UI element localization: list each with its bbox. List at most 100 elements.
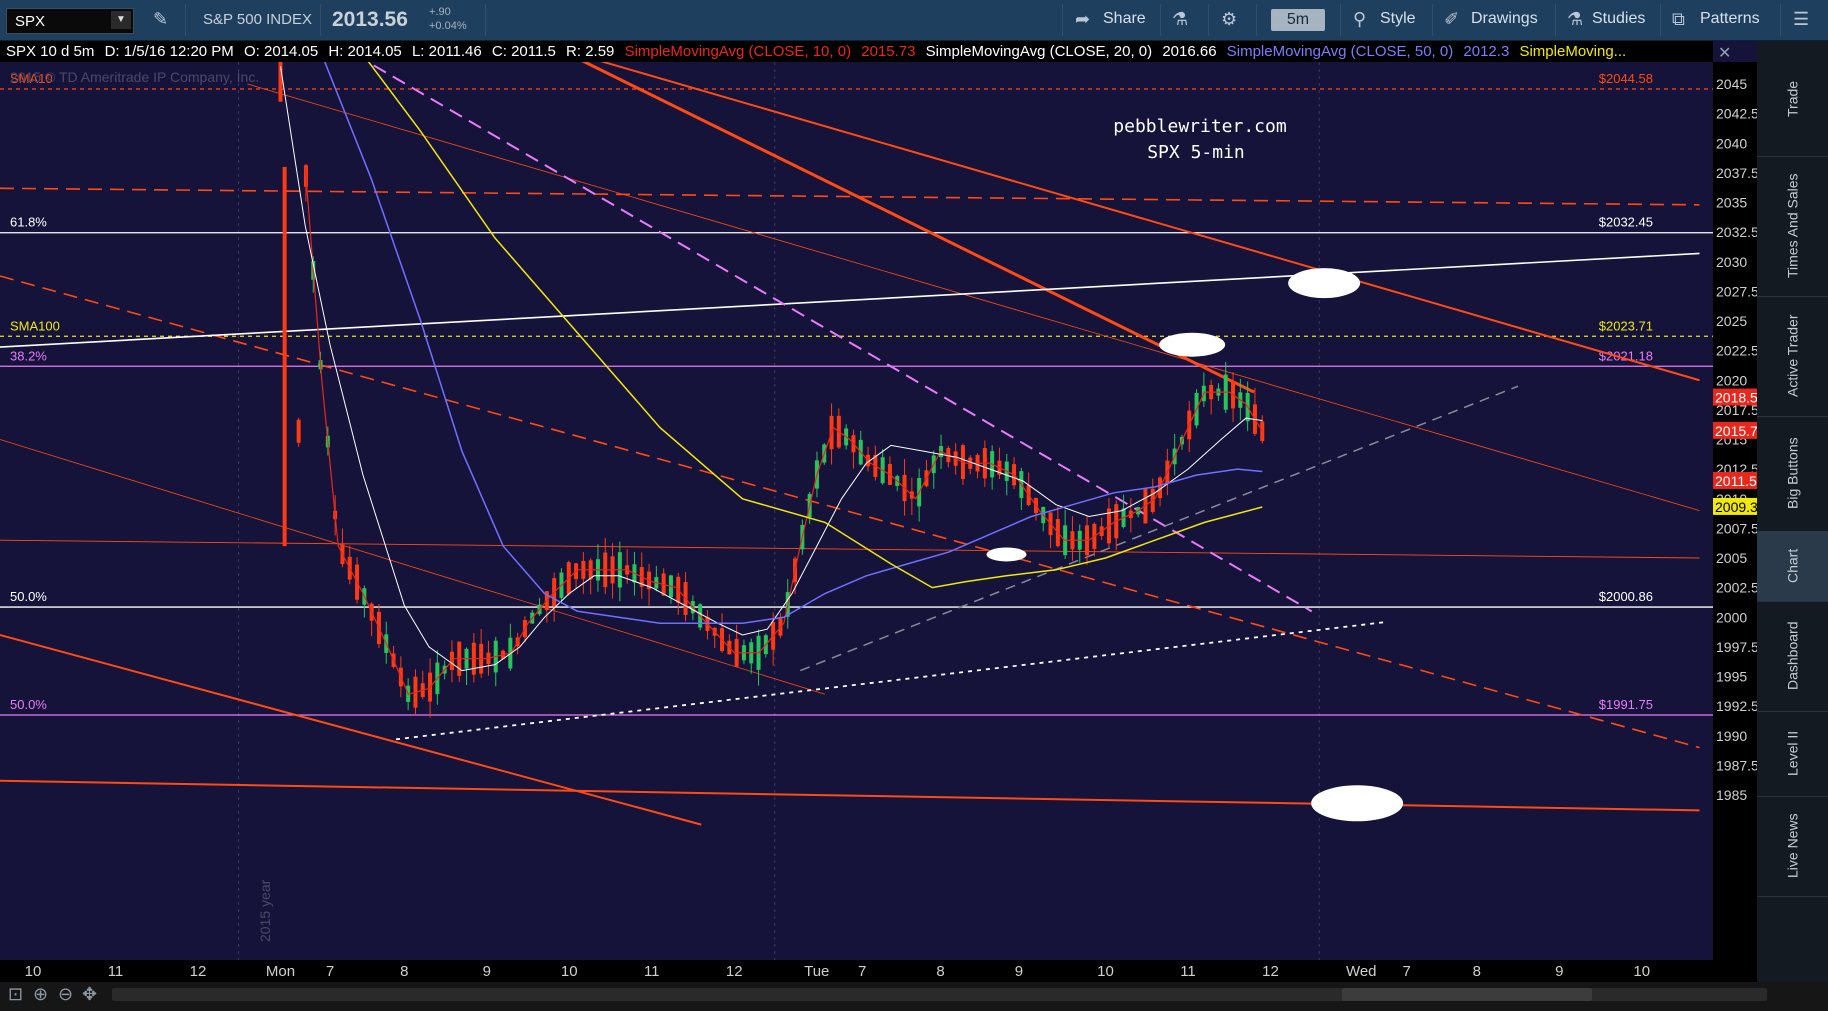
tab-level-ii[interactable]: Level II <box>1757 711 1828 797</box>
x-tick-label: 8 <box>1473 963 1481 980</box>
x-tick-label: 7 <box>1402 963 1410 980</box>
y-tick-label: 1997.5 <box>1716 639 1757 655</box>
sma50-value: 2012.3 <box>1463 43 1510 60</box>
change-percent: +0.04% <box>429 20 467 32</box>
y-tick-label: 2005 <box>1716 550 1747 566</box>
chart-title: pebblewriter.com <box>1113 116 1286 137</box>
style-button[interactable]: Style <box>1380 10 1416 28</box>
pencil-icon[interactable]: ✎ <box>153 9 168 30</box>
x-tick-label: 9 <box>1555 963 1563 980</box>
x-tick-label: Wed <box>1346 963 1377 980</box>
gear-icon[interactable]: ⚙ <box>1221 9 1237 30</box>
trendline-near-flat-mid <box>0 539 1700 559</box>
trendline-descending-thin-lower <box>0 439 826 695</box>
x-tick-label: Mon <box>266 963 295 980</box>
drawings-icon[interactable]: ✐ <box>1444 9 1459 30</box>
zoom-out-icon[interactable]: ⊖ <box>58 984 73 1005</box>
tab-active-trader[interactable]: Active Trader <box>1757 296 1828 417</box>
trendline-descending-dashed-mid <box>0 275 1700 749</box>
scrollbar-thumb[interactable] <box>1342 988 1592 1001</box>
last-price: 2013.56 <box>332 8 408 31</box>
level-price-tag: $2023.71 <box>1599 318 1653 333</box>
tab-trade[interactable]: Trade <box>1757 41 1828 157</box>
toolbar-divider <box>1256 4 1257 36</box>
tab-times-and-sales[interactable]: Times And Sales <box>1757 156 1828 297</box>
price-chart[interactable]: $2044.58 $2032.45 $2023.71 $2021.18 $2000.86… <box>0 53 1713 960</box>
tab-live-news[interactable]: Live News <box>1757 796 1828 897</box>
share-button[interactable]: Share <box>1103 10 1146 28</box>
x-tick-label: 7 <box>858 963 866 980</box>
time-scrollbar[interactable] <box>112 988 1767 1001</box>
tab-chart[interactable]: Chart <box>1757 531 1828 602</box>
patterns-button[interactable]: Patterns <box>1700 10 1760 28</box>
y-tick-label: 2000 <box>1716 609 1747 625</box>
level-label: 61.8% <box>10 215 47 230</box>
studies-button[interactable]: Studies <box>1592 10 1645 28</box>
y-tick-label: 2027.5 <box>1716 283 1757 299</box>
series-line <box>280 66 1263 672</box>
x-tick-label: 12 <box>190 963 207 980</box>
drag-icon[interactable]: ✥ <box>82 984 97 1005</box>
tab-big-buttons[interactable]: Big Buttons <box>1757 416 1828 532</box>
symbol-text: SPX <box>15 13 46 30</box>
chart-plot-area[interactable]: $2044.58 $2032.45 $2023.71 $2021.18 $2000.86… <box>0 53 1713 982</box>
toolbar-divider <box>1780 4 1781 36</box>
x-tick-label: 12 <box>726 963 743 980</box>
share-icon[interactable]: ➦ <box>1075 9 1090 30</box>
toolbar-divider <box>1555 4 1556 36</box>
y-tick-label: 2032.5 <box>1716 224 1757 240</box>
tab-dashboard[interactable]: Dashboard <box>1757 601 1828 712</box>
zoom-in-icon[interactable]: ⊕ <box>33 984 48 1005</box>
trendline-rising-white-line <box>0 252 1700 348</box>
bar-close: C: 2011.5 <box>491 43 556 60</box>
y-tick-label: 1985 <box>1716 787 1747 803</box>
zoom-fit-icon[interactable]: ⊡ <box>8 984 23 1005</box>
timeframe-selector[interactable]: 5m <box>1271 9 1325 31</box>
time-axis[interactable]: 10 11 12 Mon 7 8 9 10 11 12 Tue 7 8 9 10 11 12 Wed 7 8 9 10 <box>0 960 1713 982</box>
y-tick-label: 2002.5 <box>1716 580 1757 596</box>
studies-icon[interactable]: ⚗ <box>1567 9 1583 30</box>
drawings-button[interactable]: Drawings <box>1471 10 1538 28</box>
flask-icon[interactable]: ⚗ <box>1172 9 1188 30</box>
x-tick-label: 8 <box>936 963 944 980</box>
level-price-tag: $2044.58 <box>1599 71 1653 86</box>
series-line <box>362 53 1263 589</box>
toolbar-divider <box>1340 4 1341 36</box>
year-marker: 2015 year <box>257 879 273 942</box>
expand-icon[interactable]: ✕ <box>1718 43 1731 63</box>
trendline-dashed-upper-flat <box>0 187 1700 206</box>
x-tick-label: 11 <box>1180 963 1196 980</box>
trendline-horizontal-low <box>0 779 1700 812</box>
sma50-label: SimpleMovingAvg (CLOSE, 50, 0) <box>1226 43 1454 60</box>
toolbar-divider <box>1208 4 1209 36</box>
toolbar-divider <box>1062 4 1063 36</box>
highlight-ellipse <box>1288 268 1361 299</box>
toolbar-divider <box>485 4 486 36</box>
y-tick-label: 2042.5 <box>1716 106 1757 122</box>
y-tick-label: 2037.5 <box>1716 165 1757 181</box>
style-icon[interactable]: ⚲ <box>1353 9 1366 30</box>
right-sidebar: Trade Times And Sales Active Trader Big … <box>1757 41 1828 982</box>
highlight-ellipse <box>1311 785 1404 822</box>
y-tick-label: 1992.5 <box>1716 698 1757 714</box>
x-tick-label: 9 <box>1015 963 1023 980</box>
series-line <box>304 166 1263 696</box>
symbol-selector[interactable]: SPX ▼ <box>6 8 134 34</box>
x-tick-label: 10 <box>25 963 42 980</box>
patterns-icon[interactable]: ⧉ <box>1672 9 1685 30</box>
menu-icon[interactable]: ☰ <box>1793 9 1809 30</box>
x-tick-label: Tue <box>804 963 829 980</box>
x-tick-label: 10 <box>561 963 578 980</box>
toolbar-divider <box>185 4 186 36</box>
y-tick-label: 2025 <box>1716 313 1747 329</box>
price-axis[interactable]: 2045 2042.5 2040 2037.5 2035 2032.5 2030 2027.5… <box>1713 62 1766 982</box>
more-studies-label: SimpleMoving... <box>1519 43 1627 60</box>
chevron-down-icon[interactable]: ▼ <box>111 11 131 29</box>
x-tick-label: 10 <box>1097 963 1114 980</box>
toolbar-divider <box>1160 4 1161 36</box>
trendline-descending-channel-top <box>568 53 1255 394</box>
candle-down <box>282 166 287 547</box>
index-name: S&P 500 INDEX <box>203 11 312 28</box>
x-tick-label: 11 <box>644 963 660 980</box>
price-badge-label: 2011.5 <box>1715 473 1757 489</box>
